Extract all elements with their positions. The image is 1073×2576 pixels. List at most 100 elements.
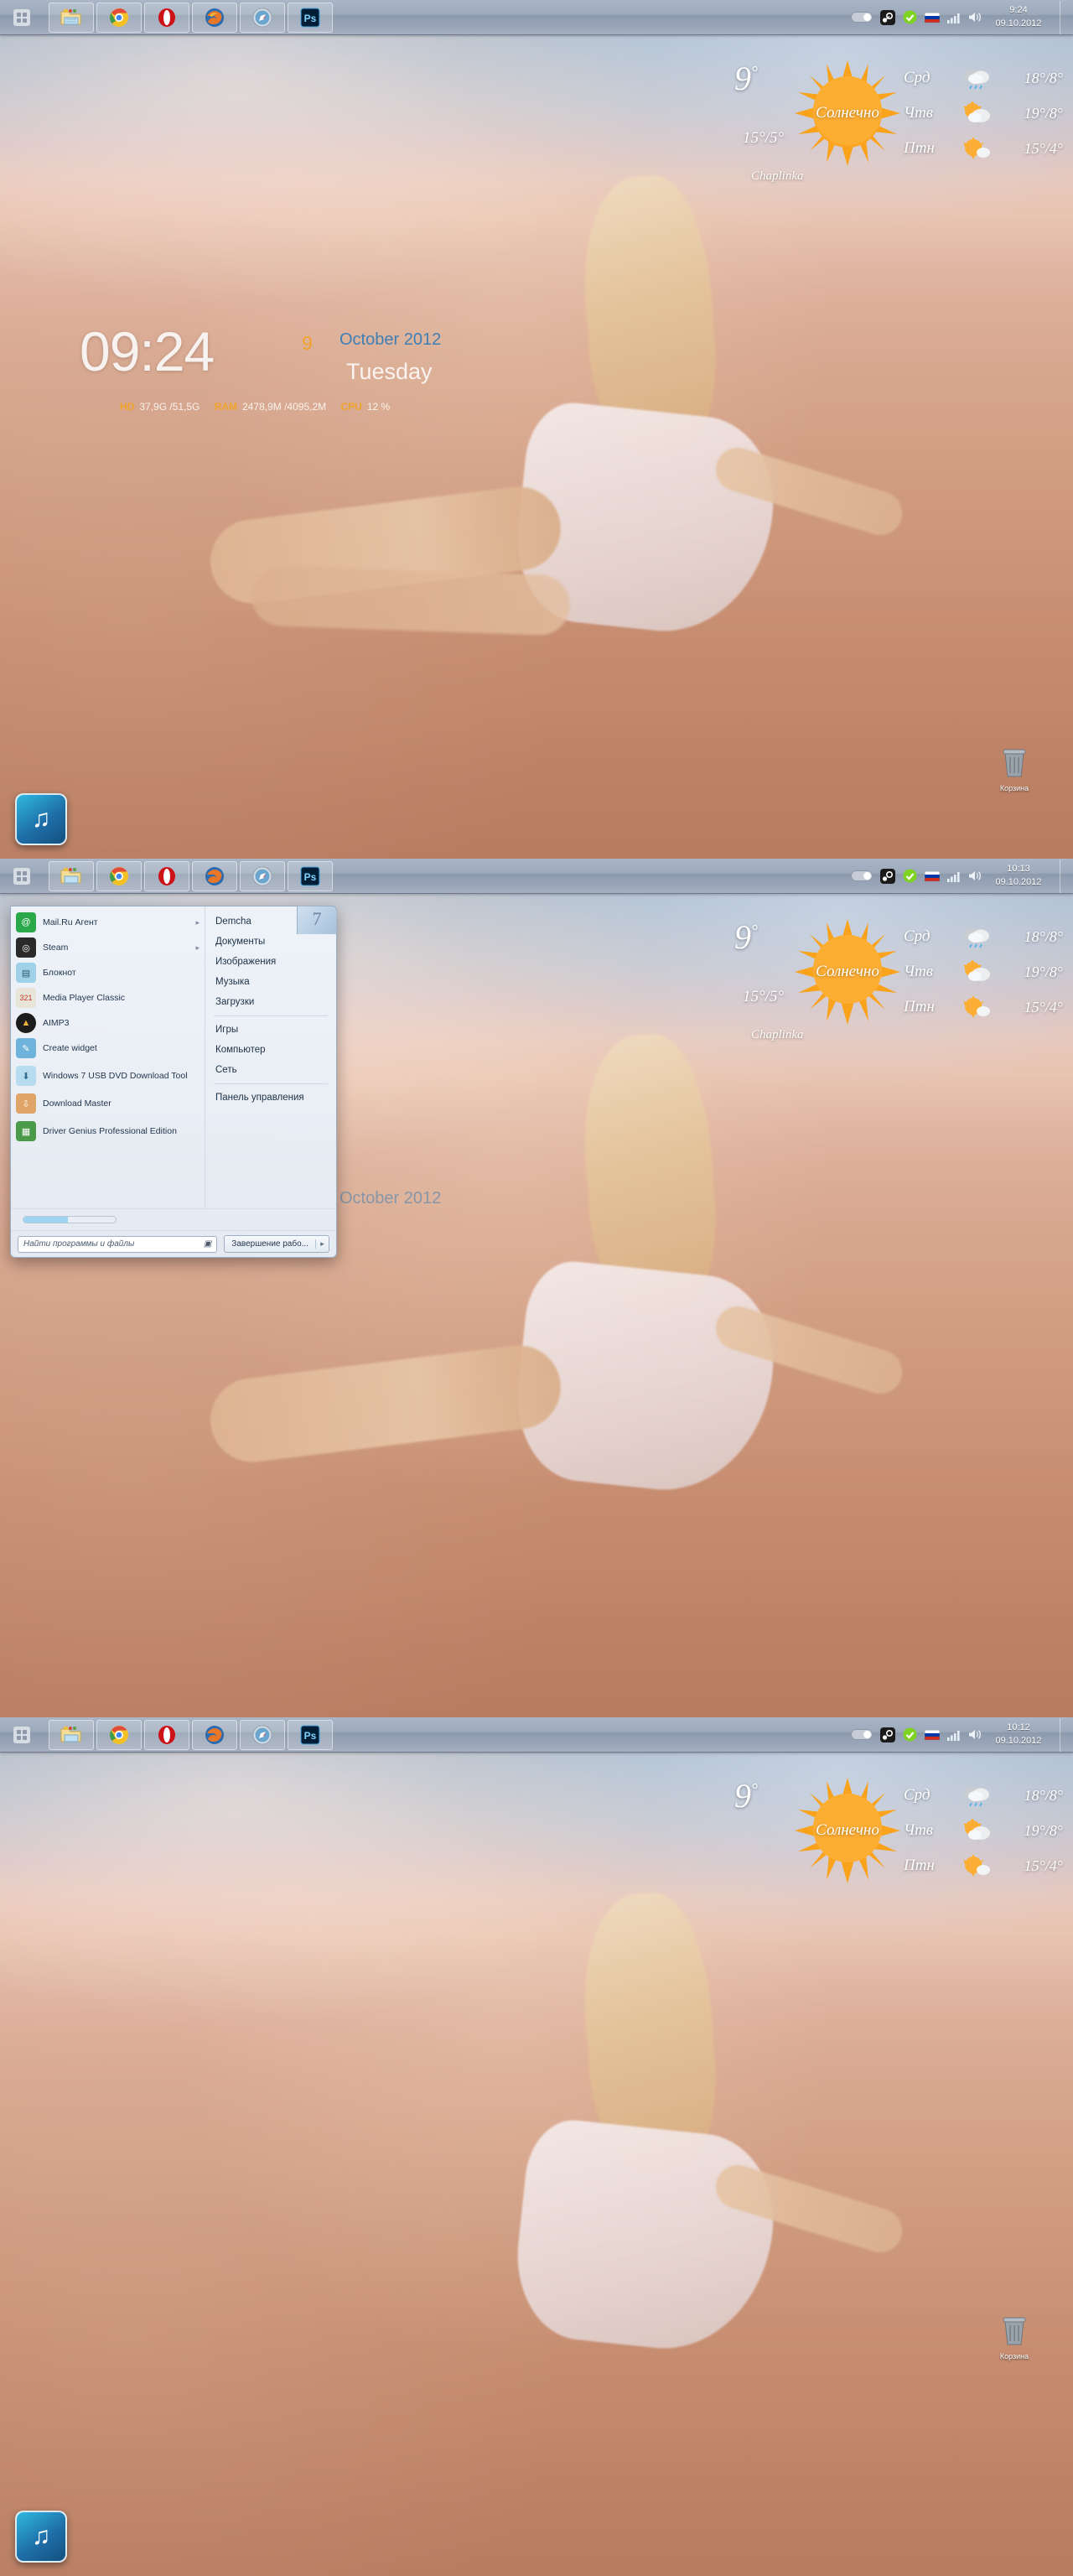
network-icon[interactable] [947,870,961,882]
antivirus-icon[interactable] [903,869,917,883]
start-menu-item-label: Steam [43,942,69,953]
volume-icon[interactable] [968,11,982,23]
desktop-screenshot-1: Ps 9:24 09.10.2012 9° Солнечно 15°/5° Ch… [0,0,1073,859]
weather-current-temp: 9° [734,918,758,956]
recycle-bin[interactable]: Корзина [989,746,1039,792]
start-menu-item-notepad[interactable]: ▤ Блокнот [11,960,205,985]
start-menu-place-network[interactable]: Сеть [205,1060,336,1080]
network-icon[interactable] [947,1729,961,1741]
show-desktop-button[interactable] [1060,1717,1068,1752]
taskbar-firefox-button[interactable] [192,2,237,33]
start-menu-item-usb-dvd-tool[interactable]: ⬇ Windows 7 USB DVD Download Tool [11,1061,205,1091]
taskbar-opera-button[interactable] [144,1719,189,1750]
tray-expand-toggle[interactable] [851,870,873,881]
start-menu-place-games[interactable]: Игры [205,1020,336,1040]
taskbar-clock[interactable]: 10:13 09.10.2012 [990,863,1052,890]
taskbar-photoshop-button[interactable]: Ps [288,1719,333,1750]
volume-icon[interactable] [968,870,982,882]
taskbar-firefox-button[interactable] [192,860,237,891]
taskbar-chrome-button[interactable] [96,860,142,891]
start-menu-item-driver-genius[interactable]: ▦ Driver Genius Professional Edition [11,1116,205,1146]
show-desktop-button[interactable] [1060,859,1068,893]
taskbar-opera-button[interactable] [144,2,189,33]
taskbar-safari-button[interactable] [240,1719,285,1750]
weather-forecast-list: Срд 18°/8° Чтв 19°/8° Птн 15°/4° [904,919,1063,1025]
taskbar-photoshop-button[interactable]: Ps [288,2,333,33]
start-menu-scrollbar[interactable] [11,1208,336,1230]
start-menu-item-label: Driver Genius Professional Edition [43,1125,177,1136]
show-desktop-button[interactable] [1060,0,1068,34]
recycle-bin[interactable]: Корзина [989,2314,1039,2360]
start-button[interactable] [3,2,40,34]
start-menu-search-input[interactable]: Найти программы и файлы ▣ [18,1235,218,1253]
start-menu-place-computer[interactable]: Компьютер [205,1040,336,1060]
taskbar-chrome-button[interactable] [96,1719,142,1750]
start-menu-place-control-panel[interactable]: Панель управления [205,1088,336,1108]
start-menu-item-steam[interactable]: ◎ Steam ▸ [11,935,205,960]
taskbar-clock[interactable]: 9:24 09.10.2012 [990,4,1052,31]
scrollbar-track[interactable] [23,1216,117,1223]
weather-hi-lo: 15°/5° [743,129,784,147]
hd-label: HD [120,401,135,413]
language-flag-icon[interactable] [925,1729,940,1740]
weather-widget[interactable]: 9° Солнечно Срд 18°/8° Чтв 19°/8° Птн 15… [719,1769,1066,1920]
photoshop-icon: Ps [300,866,320,886]
forecast-day: Чтв [904,104,934,122]
taskbar-time: 9:24 [1009,4,1028,15]
start-button[interactable] [3,860,40,892]
taskbar-clock[interactable]: 10:12 09.10.2012 [990,1722,1052,1748]
start-menu[interactable]: 7 @ Mail.Ru Агент ▸ ◎ Steam ▸ ▤ Блокнот [10,906,337,1258]
taskbar-explorer-button[interactable] [49,1719,94,1750]
language-flag-icon[interactable] [925,870,940,881]
tray-expand-toggle[interactable] [851,12,873,23]
clock-widget[interactable]: 09:24 9 October 2012 Tuesday HD 37,9G /51… [80,320,465,421]
steam-icon[interactable] [880,1727,895,1742]
start-menu-place-documents[interactable]: Документы [205,932,336,952]
weather-widget[interactable]: 9° Солнечно 15°/5° Chaplinka Срд 18°/8° [719,911,1066,1062]
forecast-day: Срд [904,69,930,86]
start-menu-item-download-master[interactable]: ⇩ Download Master [11,1091,205,1116]
taskbar-opera-button[interactable] [144,860,189,891]
antivirus-icon[interactable] [903,10,917,24]
aimp-dock-icon[interactable]: ♫ [15,793,67,845]
desktop-screenshot-2: Ps 10:13 09.10.2012 9° Солнечно 15°/5° C… [0,859,1073,1717]
tray-expand-toggle[interactable] [851,1729,873,1740]
safari-icon [252,866,272,886]
taskbar-firefox-button[interactable] [192,1719,237,1750]
scrollbar-thumb[interactable] [23,1217,68,1223]
menu-divider [214,1083,328,1084]
music-note-glyph: ♫ [31,2522,51,2550]
start-menu-place-music[interactable]: Музыка [205,972,336,992]
volume-icon[interactable] [968,1728,982,1741]
taskbar-safari-button[interactable] [240,2,285,33]
firefox-icon [205,1725,224,1744]
firefox-icon [205,8,224,27]
taskbar-date: 09.10.2012 [995,18,1042,29]
chrome-icon [110,866,128,886]
start-button[interactable] [3,1719,40,1751]
windows-start-icon [13,867,30,885]
taskbar-explorer-button[interactable] [49,2,94,33]
aimp-dock-icon[interactable]: ♫ [15,2511,67,2563]
windows-logo: 7 [297,906,337,934]
svg-text:Ps: Ps [304,1730,317,1742]
weather-widget[interactable]: 9° Солнечно 15°/5° Chaplinka Срд 18°/8° … [719,52,1066,203]
antivirus-icon[interactable] [903,1727,917,1742]
shutdown-arrow-icon[interactable]: ▸ [315,1239,329,1249]
taskbar-photoshop-button[interactable]: Ps [288,860,333,891]
start-menu-item-mailru[interactable]: @ Mail.Ru Агент ▸ [11,910,205,935]
taskbar-chrome-button[interactable] [96,2,142,33]
steam-icon[interactable] [880,9,895,25]
start-menu-place-pictures[interactable]: Изображения [205,952,336,972]
start-menu-item-mpc[interactable]: 321 Media Player Classic [11,985,205,1010]
taskbar-safari-button[interactable] [240,860,285,891]
taskbar-explorer-button[interactable] [49,860,94,891]
steam-icon[interactable] [880,868,895,884]
network-icon[interactable] [947,12,961,23]
start-menu-place-downloads[interactable]: Загрузки [205,992,336,1012]
start-menu-item-aimp3[interactable]: ▲ AIMP3 [11,1010,205,1036]
explorer-icon [60,8,81,24]
start-menu-item-create-widget[interactable]: ✎ Create widget [11,1036,205,1061]
language-flag-icon[interactable] [925,12,940,23]
shutdown-button[interactable]: Завершение рабо... ▸ [224,1235,329,1253]
